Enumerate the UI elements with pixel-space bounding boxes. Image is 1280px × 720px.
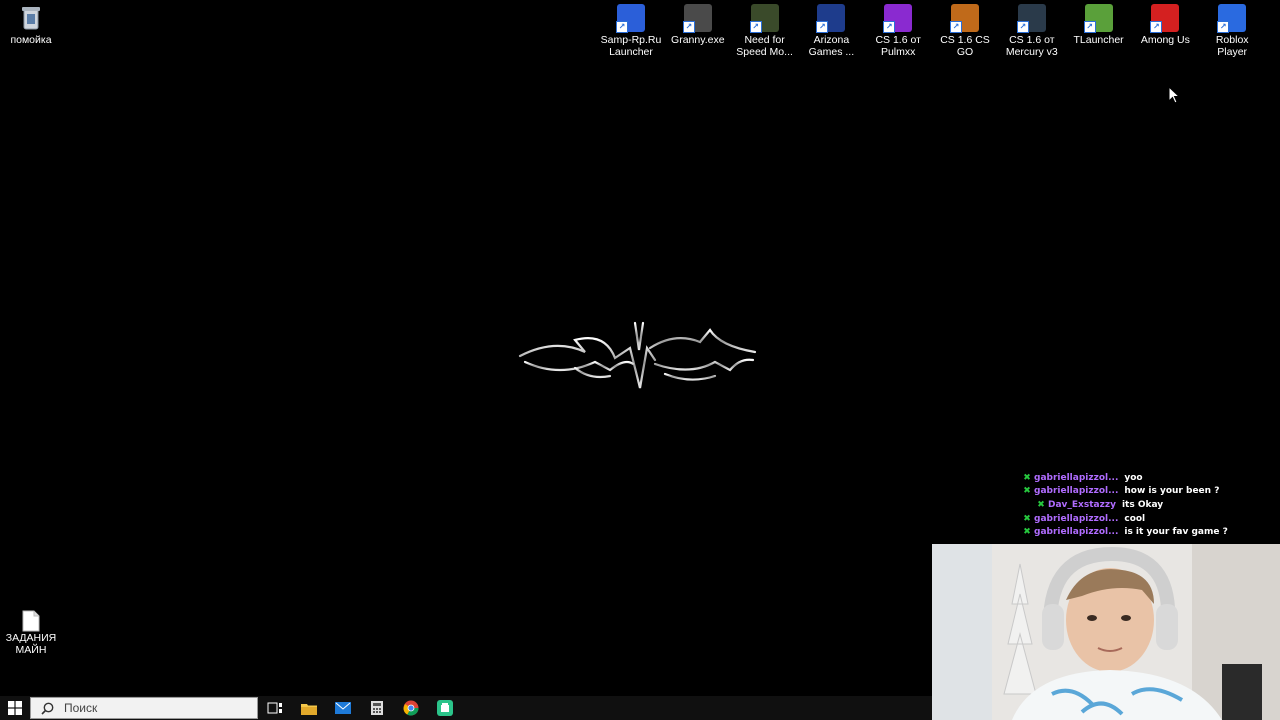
shortcut-arrow-icon: ↗ [950, 21, 962, 33]
roblox-icon: ↗ [1217, 4, 1247, 33]
task-view-button[interactable] [258, 696, 292, 720]
chat-message: ✖ gabriellapizzol... is it your fav game ? [1020, 525, 1260, 539]
search-placeholder: Поиск [64, 701, 98, 715]
desktop-shortcut-label: Arizona Games ... [808, 34, 855, 58]
shortcut-arrow-icon: ↗ [1150, 21, 1163, 33]
chat-username: gabriellapizzol... [1034, 472, 1119, 483]
chat-message: ✖ gabriellapizzol... cool [1020, 512, 1260, 526]
mod-sword-icon: ✖ [1023, 486, 1031, 497]
taskbar: Поиск [0, 696, 932, 720]
webcam-feed [932, 544, 1280, 720]
desktop-shortcut[interactable]: ↗ Roblox Player [1199, 0, 1265, 58]
desktop-shortcut[interactable]: ↗ Samp-Rp.Ru Launcher [598, 0, 664, 58]
shortcut-arrow-icon: ↗ [816, 21, 829, 33]
recycle-bin[interactable]: помойка [0, 0, 64, 46]
calculator-icon [371, 701, 383, 715]
chat-text: yoo [1124, 472, 1143, 483]
tlauncher-icon: ↗ [1083, 4, 1113, 33]
stream-chat: ✖ gabriellapizzol... yoo ✖ gabriellapizzol..… [1020, 471, 1260, 539]
chat-text: how is your been ? [1124, 486, 1220, 497]
arizona-icon: ↗ [816, 4, 846, 33]
start-button[interactable] [0, 696, 30, 720]
cs-csgo-icon: ↗ [950, 4, 979, 33]
app-button[interactable] [428, 696, 462, 720]
desktop-shortcut[interactable]: ↗ Granny.exe [665, 0, 731, 46]
desktop-shortcut-label: CS 1.6 CS GO [940, 34, 990, 58]
chat-message: ✖ gabriellapizzol... yoo [1020, 471, 1260, 485]
nfs-icon: ↗ [749, 4, 779, 33]
windows-logo-icon [8, 701, 22, 715]
shortcut-arrow-icon: ↗ [1016, 21, 1029, 33]
shortcut-arrow-icon: ↗ [749, 21, 762, 33]
file-explorer-button[interactable] [292, 696, 326, 720]
desktop-shortcut-label: Need for Speed Mo... [736, 34, 793, 58]
samp-icon: ↗ [616, 4, 645, 33]
shortcut-arrow-icon: ↗ [1083, 21, 1096, 33]
desktop-file-label: ЗАДАНИЯ МАЙН [5, 632, 57, 656]
cs-pulmxx-icon: ↗ [883, 4, 913, 33]
taskbar-search-box[interactable]: Поиск [30, 697, 258, 719]
chat-message: ✖ gabriellapizzol... how is your been ? [1020, 485, 1260, 499]
desktop-shortcut-label: CS 1.6 от Pulmxx [875, 34, 921, 58]
app-icon [437, 700, 453, 716]
desktop-shortcut-label: Samp-Rp.Ru Launcher [600, 34, 662, 58]
chat-text: cool [1124, 513, 1146, 524]
desktop-file-zadaniya[interactable]: ЗАДАНИЯ МАЙН [0, 610, 62, 656]
desktop-shortcut[interactable]: ↗ TLauncher [1066, 0, 1132, 46]
desktop-shortcut[interactable]: ↗ Arizona Games ... [798, 0, 864, 58]
mod-sword-icon: ✖ [1037, 499, 1045, 510]
desktop-shortcut-label: Among Us [1140, 34, 1190, 46]
cs-mercury-icon: ↗ [1016, 4, 1046, 33]
mail-button[interactable] [326, 696, 360, 720]
chat-username: gabriellapizzol... [1034, 527, 1119, 538]
desktop-shortcut[interactable]: ↗ CS 1.6 от Pulmxx [865, 0, 931, 58]
chat-username: Dav_Exstazzy [1048, 499, 1116, 510]
chrome-button[interactable] [394, 696, 428, 720]
calculator-button[interactable] [360, 696, 394, 720]
desktop-shortcut-label: Granny.exe [671, 34, 725, 46]
desktop-shortcut[interactable]: ↗ CS 1.6 от Mercury v3 [999, 0, 1065, 58]
desktop-shortcut[interactable]: ↗ CS 1.6 CS GO [932, 0, 998, 58]
desktop-shortcut-label: CS 1.6 от Mercury v3 [1005, 34, 1058, 58]
recycle-bin-icon [17, 4, 45, 32]
mouse-cursor [1168, 86, 1180, 104]
chat-text: is it your fav game ? [1124, 527, 1228, 538]
mod-sword-icon: ✖ [1023, 472, 1031, 483]
chat-text: its Okay [1121, 499, 1164, 510]
search-icon [41, 702, 54, 715]
chat-username: gabriellapizzol... [1034, 513, 1119, 524]
mod-sword-icon: ✖ [1023, 513, 1031, 524]
desktop-shortcut-label: TLauncher [1073, 34, 1124, 46]
chat-message: ✖ Dav_Exstazzy its Okay [1020, 498, 1260, 512]
task-view-icon [267, 702, 282, 714]
desktop-shortcut[interactable]: ↗ Among Us [1132, 0, 1198, 46]
shortcut-arrow-icon: ↗ [616, 21, 628, 33]
mod-sword-icon: ✖ [1023, 527, 1031, 538]
shortcut-arrow-icon: ↗ [1217, 21, 1230, 33]
mail-icon [335, 702, 351, 714]
granny-icon: ↗ [682, 4, 712, 33]
desktop-shortcut-label: Roblox Player [1215, 34, 1249, 58]
shortcut-arrow-icon: ↗ [682, 21, 695, 33]
among-us-icon: ↗ [1150, 4, 1180, 33]
chrome-icon [403, 700, 419, 716]
document-icon [22, 610, 40, 632]
recycle-bin-label: помойка [10, 34, 52, 46]
desktop-shortcut[interactable]: ↗ Need for Speed Mo... [732, 0, 798, 58]
chat-username: gabriellapizzol... [1034, 486, 1119, 497]
wallpaper-logo [518, 321, 757, 389]
shortcut-arrow-icon: ↗ [883, 21, 896, 33]
file-explorer-icon [301, 703, 317, 715]
